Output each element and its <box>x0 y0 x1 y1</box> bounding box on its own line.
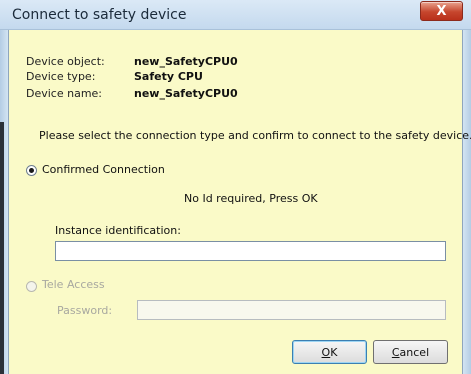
cancel-mnemonic: C <box>391 345 400 359</box>
ok-button[interactable]: OK <box>292 340 367 364</box>
window-frame-right <box>463 30 471 374</box>
background-window-edge <box>0 122 4 374</box>
device-name-value: new_SafetyCPU0 <box>134 87 238 100</box>
window-frame-left <box>0 30 8 374</box>
instance-identification-label: Instance identification: <box>55 224 181 237</box>
device-object-value: new_SafetyCPU0 <box>134 55 238 68</box>
cancel-label-rest: ancel <box>399 345 430 359</box>
tele-access-radio[interactable] <box>26 281 37 292</box>
window-title: Connect to safety device <box>12 7 187 23</box>
confirmed-connection-radio[interactable] <box>26 165 37 176</box>
device-object-label: Device object: <box>26 55 105 68</box>
close-icon: X <box>436 3 447 19</box>
device-type-label: Device type: <box>26 70 96 83</box>
device-type-value: Safety CPU <box>134 70 203 83</box>
ok-label-rest: K <box>330 345 338 359</box>
instance-identification-input[interactable] <box>55 241 446 261</box>
dialog-window: Connect to safety device X Device object… <box>0 0 471 374</box>
device-name-label: Device name: <box>26 87 103 100</box>
tele-access-label[interactable]: Tele Access <box>42 278 105 291</box>
no-id-message: No Id required, Press OK <box>184 192 318 205</box>
cancel-button[interactable]: Cancel <box>373 340 448 364</box>
ok-mnemonic: O <box>321 345 331 359</box>
password-label: Password: <box>57 304 113 317</box>
dialog-body: Device object: new_SafetyCPU0 Device typ… <box>8 30 471 374</box>
instruction-text: Please select the connection type and co… <box>39 129 471 142</box>
close-button[interactable]: X <box>420 1 463 21</box>
password-input[interactable] <box>137 300 446 320</box>
confirmed-connection-label[interactable]: Confirmed Connection <box>42 163 165 176</box>
title-bar[interactable]: Connect to safety device X <box>0 0 471 30</box>
